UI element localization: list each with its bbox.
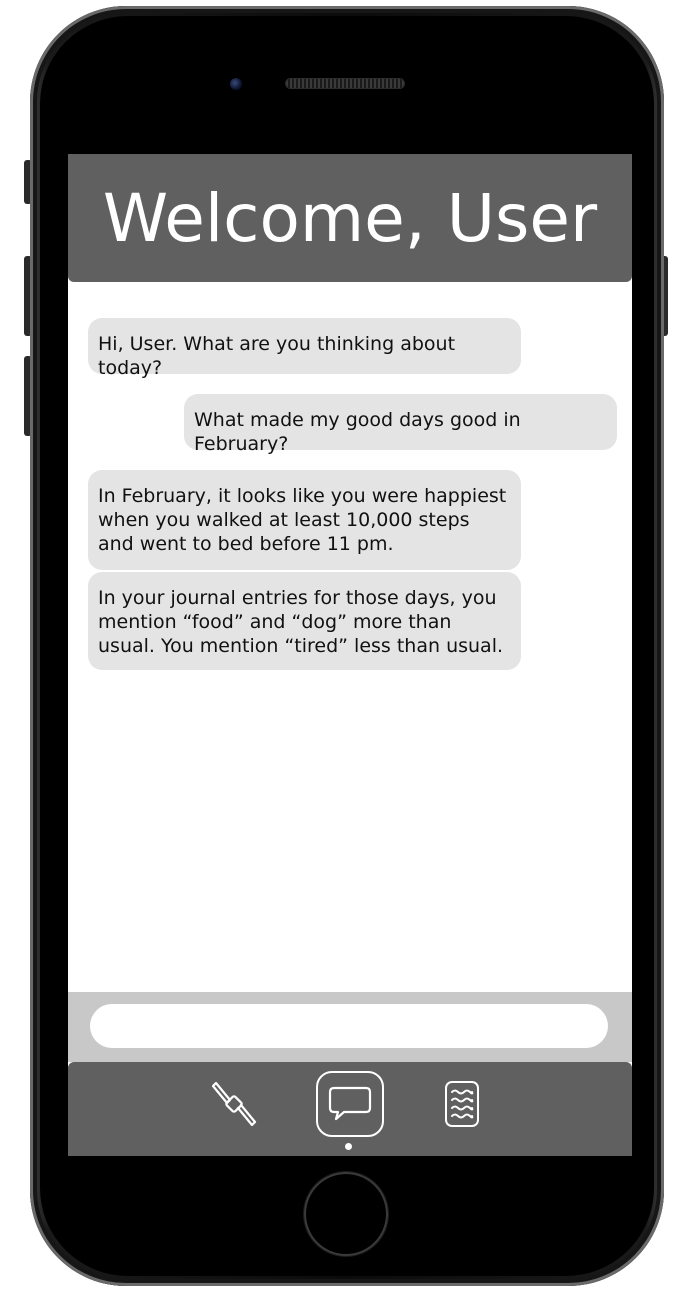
app-screen: Welcome, User Hi, User. What are you thi…	[68, 154, 632, 1156]
chat-thread[interactable]: Hi, User. What are you thinking about to…	[68, 282, 632, 992]
tab-activity[interactable]	[204, 1076, 264, 1132]
page-title: Welcome, User	[102, 179, 598, 257]
bottom-tab-bar	[68, 1062, 632, 1156]
active-tab-indicator	[345, 1143, 352, 1150]
composer-bar	[68, 992, 632, 1062]
welcome-header: Welcome, User	[68, 154, 632, 282]
fitness-tracker-icon	[211, 1081, 257, 1127]
chat-bubble-icon	[328, 1086, 372, 1121]
user-message: What made my good days good in February?	[184, 394, 617, 455]
journal-icon	[445, 1081, 479, 1127]
device-mockup: Welcome, User Hi, User. What are you thi…	[0, 0, 676, 1290]
tab-journal[interactable]	[432, 1076, 492, 1132]
earpiece-speaker	[286, 79, 404, 88]
home-button[interactable]	[304, 1172, 388, 1256]
assistant-message: In your journal entries for those days, …	[88, 572, 521, 670]
message-input[interactable]	[90, 1004, 608, 1048]
tab-chat[interactable]	[316, 1071, 384, 1137]
front-camera	[230, 78, 242, 90]
assistant-message: In February, it looks like you were happ…	[88, 470, 521, 570]
assistant-message: Hi, User. What are you thinking about to…	[88, 318, 521, 379]
